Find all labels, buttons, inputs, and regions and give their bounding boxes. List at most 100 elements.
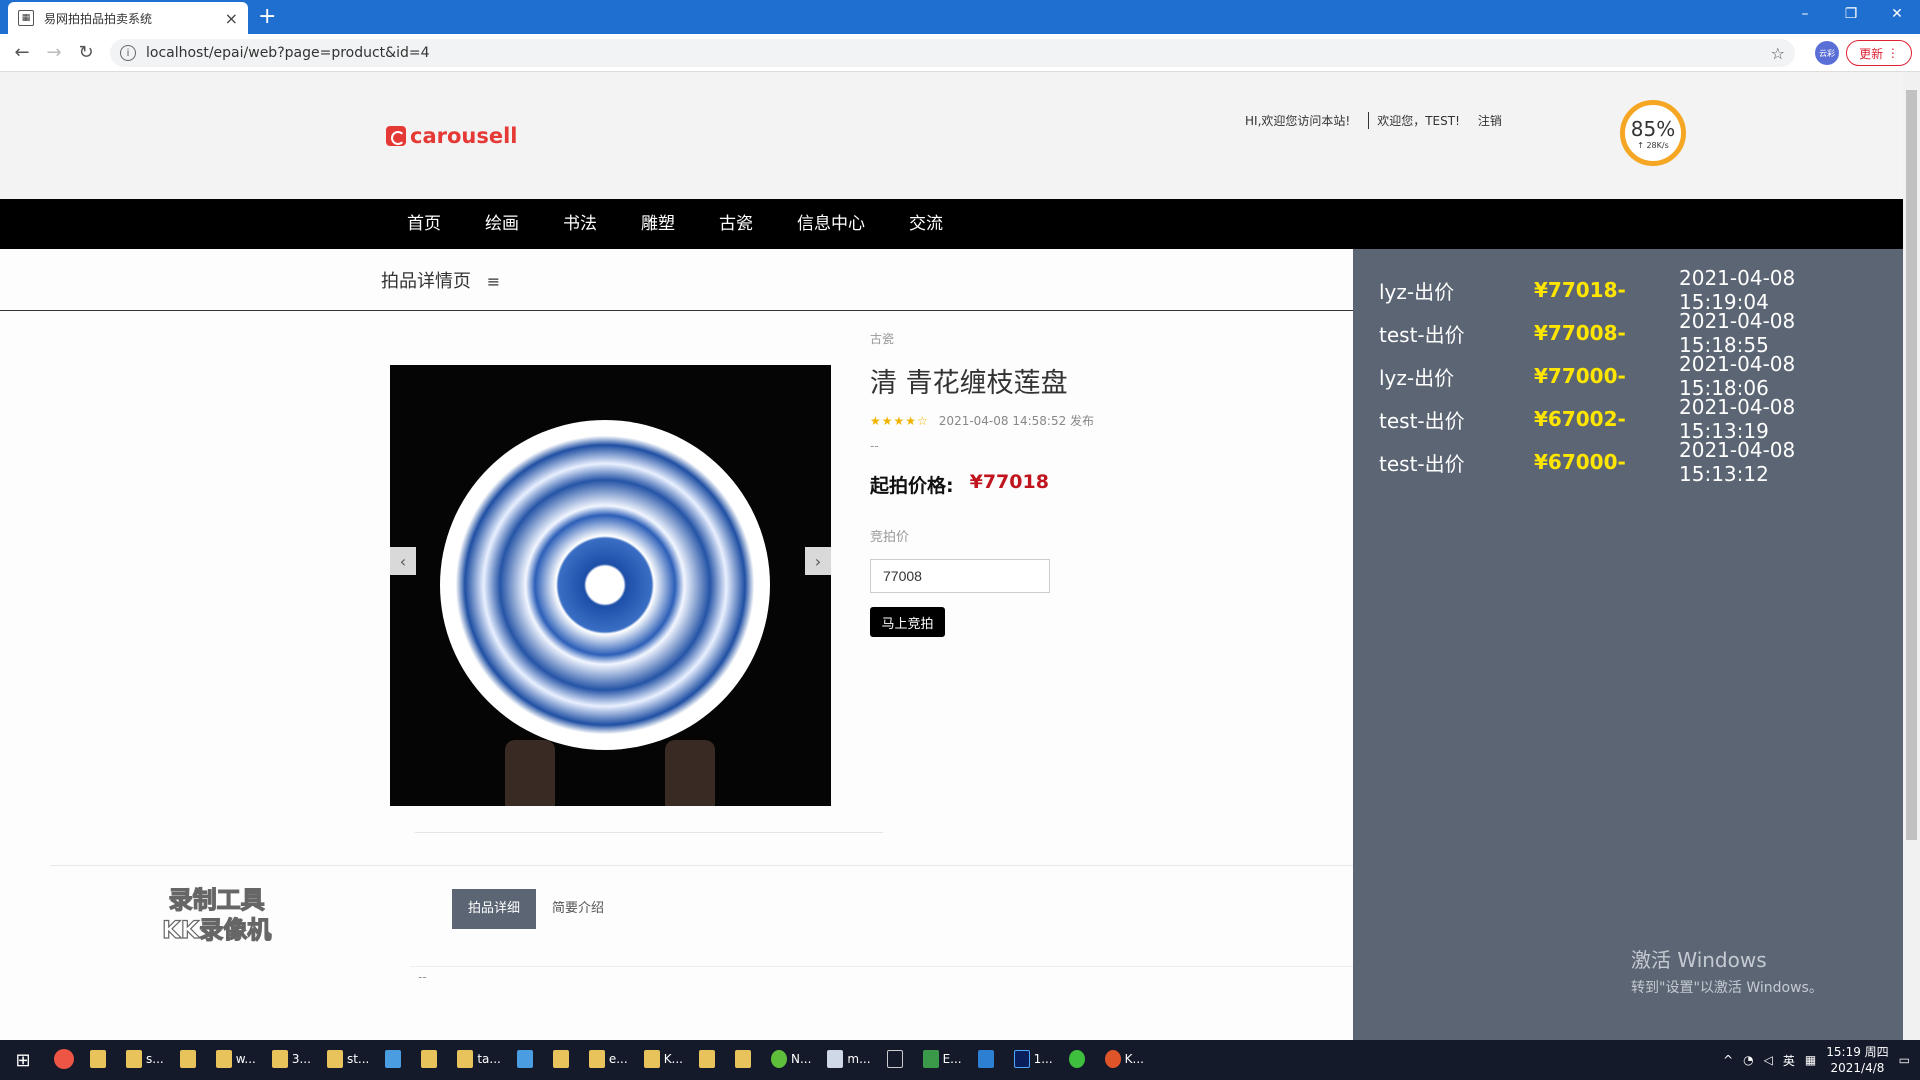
page-scrollbar[interactable] <box>1903 72 1920 1040</box>
taskbar-item[interactable] <box>509 1040 545 1080</box>
volume-icon[interactable]: ◁ <box>1764 1053 1773 1067</box>
back-arrow-icon[interactable]: ← <box>6 37 38 69</box>
carousel-prev-arrow-icon[interactable]: ‹ <box>390 547 416 575</box>
bookmark-star-icon[interactable]: ☆ <box>1771 44 1785 63</box>
menu-icon[interactable]: ≡ <box>487 272 500 291</box>
taskbar-item[interactable] <box>1061 1040 1097 1080</box>
product-category[interactable]: 古瓷 <box>870 330 1350 347</box>
taskbar-item[interactable] <box>691 1040 727 1080</box>
recorder-icon <box>1104 1050 1121 1068</box>
profile-avatar[interactable]: 云彩 <box>1815 41 1839 65</box>
top-links: HI,欢迎您访问本站! 欢迎您，TEST! 注销 <box>1245 112 1502 129</box>
bid-now-button[interactable]: 马上竞拍 <box>870 607 945 637</box>
detail-tabs: 拍品详细 简要介绍 <box>452 889 620 929</box>
windows-taskbar: ⊞ s... w... 3... st... ta... e... K... N… <box>0 1040 1920 1080</box>
windows-start-icon[interactable]: ⊞ <box>0 1040 46 1080</box>
taskbar-item-chrome[interactable] <box>46 1040 82 1080</box>
logout-link[interactable]: 注销 <box>1478 112 1502 129</box>
nav-item-sculpture[interactable]: 雕塑 <box>619 199 697 249</box>
taskbar-item[interactable] <box>172 1040 208 1080</box>
site-logo[interactable]: carousell <box>386 124 518 148</box>
bidder: test-出价 <box>1379 408 1465 433</box>
porcelain-plate-image <box>440 420 770 750</box>
close-window-button[interactable]: ✕ <box>1874 0 1920 28</box>
address-bar[interactable]: i localhost/epai/web?page=product&id=4 ☆ <box>110 39 1795 67</box>
url-text[interactable]: localhost/epai/web?page=product&id=4 <box>146 45 1771 61</box>
taskbar-item[interactable]: N... <box>763 1040 819 1080</box>
taskbar-item[interactable]: ta... <box>449 1040 509 1080</box>
taskbar-item[interactable]: 3... <box>264 1040 319 1080</box>
taskbar-item[interactable] <box>545 1040 581 1080</box>
nav-item-home[interactable]: 首页 <box>385 199 463 249</box>
folder-icon <box>421 1050 438 1068</box>
taskbar-item[interactable]: E... <box>915 1040 970 1080</box>
taskbar-item[interactable]: 1... <box>1006 1040 1061 1080</box>
taskbar-item[interactable]: K... <box>636 1040 691 1080</box>
publish-time: 2021-04-08 14:58:52 发布 <box>938 414 1095 428</box>
taskbar-item[interactable] <box>727 1040 763 1080</box>
carousel-next-arrow-icon[interactable]: › <box>805 547 831 575</box>
bid-amount: ¥77008- <box>1534 321 1626 345</box>
rating-stars-icon: ★★★★☆ <box>870 413 929 428</box>
scrollbar-thumb[interactable] <box>1906 90 1917 840</box>
tab-brief-intro[interactable]: 简要介绍 <box>536 889 620 929</box>
system-clock[interactable]: 15:19 周四 2021/4/8 <box>1826 1044 1888 1076</box>
taskbar-item[interactable] <box>82 1040 118 1080</box>
nav-item-painting[interactable]: 绘画 <box>463 199 541 249</box>
bid-price-input[interactable] <box>870 559 1050 593</box>
editor-icon <box>922 1050 939 1068</box>
folder-icon <box>457 1050 474 1068</box>
clock-date: 2021/4/8 <box>1830 1061 1885 1075</box>
nav-item-calligraphy[interactable]: 书法 <box>541 199 619 249</box>
notifications-icon[interactable]: ▭ <box>1899 1053 1910 1067</box>
taskbar-item[interactable] <box>413 1040 449 1080</box>
taskbar-item[interactable]: m... <box>819 1040 878 1080</box>
folder-icon <box>215 1050 232 1068</box>
taskbar-item[interactable]: s... <box>118 1040 172 1080</box>
tray-expand-icon[interactable]: ^ <box>1723 1053 1733 1067</box>
taskbar-item[interactable] <box>970 1040 1006 1080</box>
minimize-button[interactable]: – <box>1782 0 1828 28</box>
product-title: 清 青花缠枝莲盘 <box>870 368 1068 399</box>
taskbar-item[interactable]: e... <box>581 1040 636 1080</box>
user-greeting[interactable]: 欢迎您，TEST! <box>1368 112 1460 129</box>
pen-icon <box>886 1050 903 1068</box>
divider <box>415 832 883 833</box>
bid-time: 2021-04-08 15:13:19 <box>1679 395 1796 443</box>
windows-activation-watermark: 激活 Windows 转到"设置"以激活 Windows。 <box>1631 944 1823 997</box>
nav-item-exchange[interactable]: 交流 <box>887 199 965 249</box>
chrome-icon <box>54 1049 74 1069</box>
activation-line2: 转到"设置"以激活 Windows。 <box>1631 980 1823 996</box>
ime-indicator[interactable]: 英 <box>1783 1052 1795 1069</box>
tab-product-detail[interactable]: 拍品详细 <box>452 889 537 929</box>
recorder-watermark: 录制工具 KK录像机 <box>161 885 271 945</box>
restore-button[interactable]: ❐ <box>1828 0 1874 28</box>
product-summary: -- <box>870 439 879 453</box>
keyboard-icon[interactable]: ▦ <box>1805 1053 1816 1067</box>
vscode-icon <box>977 1050 994 1068</box>
taskbar-item[interactable] <box>879 1040 915 1080</box>
bidder: lyz-出价 <box>1379 279 1455 304</box>
network-speed-widget[interactable]: 85% ↑ 28K/s <box>1620 100 1686 166</box>
app-icon <box>1068 1050 1085 1068</box>
reload-icon[interactable]: ↻ <box>70 37 102 69</box>
taskbar-item[interactable]: st... <box>319 1040 377 1080</box>
taskbar-item[interactable] <box>377 1040 413 1080</box>
divider <box>410 966 1353 967</box>
start-price: 起拍价格: ¥77018 <box>870 471 1350 498</box>
new-tab-button[interactable]: + <box>258 4 276 29</box>
folder-icon <box>552 1050 569 1068</box>
tab-close-icon[interactable]: × <box>225 9 238 28</box>
browser-tab[interactable]: ▦ 易网拍拍品拍卖系统 × <box>8 2 248 34</box>
nav-item-info-center[interactable]: 信息中心 <box>775 199 887 249</box>
nav-item-porcelain[interactable]: 古瓷 <box>697 199 775 249</box>
taskbar-item[interactable]: w... <box>208 1040 264 1080</box>
browser-update-button[interactable]: 更新 ⋮ <box>1846 40 1912 66</box>
network-icon[interactable]: ◔ <box>1743 1053 1753 1067</box>
site-info-icon[interactable]: i <box>120 45 136 61</box>
main-nav: 首页 绘画 书法 雕塑 古瓷 信息中心 交流 <box>0 199 1903 249</box>
speed-percent: 85% <box>1630 116 1676 141</box>
bid-history-row: test-出价 ¥77008- 2021-04-08 15:18:55 <box>1379 309 1889 357</box>
taskbar-item[interactable]: K... <box>1097 1040 1152 1080</box>
forward-arrow-icon[interactable]: → <box>38 37 70 69</box>
